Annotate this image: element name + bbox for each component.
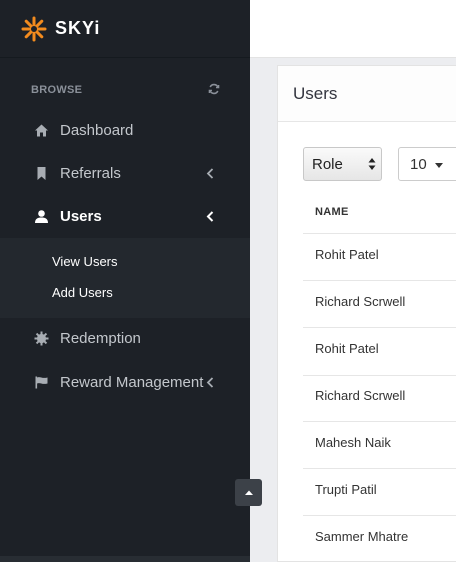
table-divider	[303, 421, 456, 422]
brand-name: SKYi	[55, 18, 101, 38]
sidebar-item-reward-management[interactable]: Reward Management	[0, 362, 250, 402]
table-divider	[303, 327, 456, 328]
sidebar-item-dashboard[interactable]: Dashboard	[0, 110, 250, 150]
home-icon	[35, 124, 48, 136]
browse-section-label: BROWSE	[31, 84, 83, 96]
submenu-item-view-users[interactable]: View Users	[52, 254, 118, 269]
table-row: Mahesh Naik	[315, 435, 391, 450]
updown-arrows-icon	[363, 148, 381, 180]
table-row: Richard Scrwell	[315, 294, 406, 309]
sidebar-item-label: Users	[60, 207, 102, 225]
table-divider	[303, 468, 456, 469]
sidebar-item-referrals[interactable]: Referrals	[0, 153, 250, 193]
role-filter-value: Role	[312, 155, 343, 173]
table-divider	[303, 515, 456, 516]
sidebar-footer	[0, 556, 250, 562]
page-size-select[interactable]: 10	[398, 147, 456, 181]
top-header	[250, 0, 456, 58]
submenu-item-add-users[interactable]: Add Users	[52, 285, 113, 300]
table-row: Sammer Mhatre	[315, 529, 409, 544]
panel-title: Users	[293, 83, 338, 103]
sidebar-item-label: Reward Management	[60, 373, 204, 391]
brand-logo[interactable]: SKYi	[0, 0, 250, 58]
table-divider	[303, 375, 456, 376]
scroll-to-top-button[interactable]	[235, 479, 262, 506]
table-divider	[303, 280, 456, 281]
panel-header: Users	[278, 66, 456, 122]
column-header-name[interactable]: NAME	[315, 206, 349, 218]
table-row: Richard Scrwell	[315, 388, 406, 403]
role-filter-select[interactable]: Role	[303, 147, 382, 181]
users-submenu: View Users Add Users	[0, 238, 250, 318]
sidebar-item-users[interactable]: Users	[0, 196, 250, 236]
sidebar-item-label: Redemption	[60, 329, 141, 347]
sidebar-item-label: Dashboard	[60, 121, 134, 139]
refresh-icon[interactable]	[208, 83, 220, 95]
sun-logo-icon	[21, 16, 47, 41]
user-icon	[35, 209, 48, 223]
table-row: Trupti Patil	[315, 482, 377, 497]
chevron-left-icon	[206, 376, 214, 388]
caret-down-icon	[435, 163, 443, 168]
triangle-up-icon	[244, 490, 253, 495]
page-size-value: 10	[410, 155, 427, 173]
chevron-left-icon	[206, 210, 214, 222]
sidebar-item-redemption[interactable]: Redemption	[0, 318, 250, 358]
gear-icon	[34, 331, 49, 345]
table-row: Rohit Patel	[315, 247, 379, 262]
table-divider	[303, 233, 456, 234]
table-row: Rohit Patel	[315, 341, 379, 356]
flag-icon	[35, 376, 48, 388]
bookmark-icon	[37, 166, 46, 180]
sidebar-item-label: Referrals	[60, 164, 121, 182]
chevron-left-icon	[206, 167, 214, 179]
sidebar: SKYi BROWSE Dashboard Referrals Users Vi…	[0, 0, 262, 562]
